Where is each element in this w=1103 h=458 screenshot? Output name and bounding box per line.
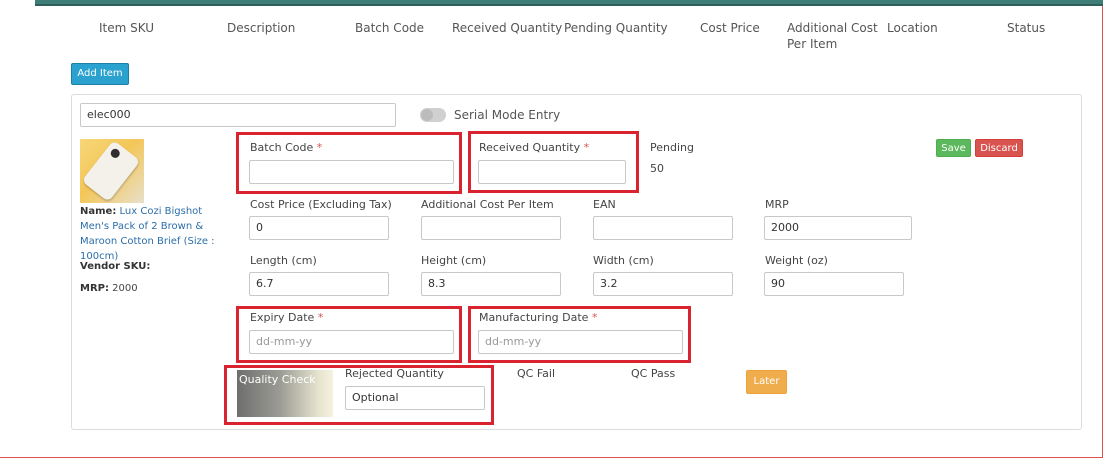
manufacturing-date-label-text: Manufacturing Date bbox=[479, 311, 589, 324]
received-quantity-label: Received Quantity * bbox=[479, 141, 589, 155]
cost-price-label: Cost Price (Excluding Tax) bbox=[250, 198, 392, 211]
quality-check-label: Quality Check bbox=[239, 373, 316, 386]
ean-input[interactable] bbox=[593, 216, 733, 240]
length-input[interactable]: 6.7 bbox=[249, 272, 389, 296]
product-mrp-label: MRP: bbox=[80, 283, 109, 294]
batch-code-input[interactable] bbox=[249, 160, 454, 184]
weight-label: Weight (oz) bbox=[765, 254, 828, 267]
manufacturing-date-input[interactable]: dd-mm-yy bbox=[478, 330, 683, 354]
width-label: Width (cm) bbox=[593, 254, 654, 267]
column-header-status: Status bbox=[1007, 21, 1046, 35]
product-mrp: MRP: 2000 bbox=[80, 281, 138, 296]
expiry-date-required: * bbox=[317, 311, 324, 324]
expiry-date-input[interactable]: dd-mm-yy bbox=[249, 330, 454, 354]
manufacturing-date-label: Manufacturing Date * bbox=[479, 311, 597, 325]
ean-label: EAN bbox=[593, 198, 616, 211]
top-bar bbox=[35, 0, 1103, 6]
camera-icon bbox=[108, 147, 122, 160]
pending-label: Pending bbox=[650, 141, 694, 154]
received-quantity-input[interactable] bbox=[478, 160, 626, 184]
rejected-quantity-input[interactable]: Optional bbox=[345, 386, 485, 410]
received-quantity-required: * bbox=[583, 141, 590, 154]
product-name: Name: Lux Cozi Bigshot Men's Pack of 2 B… bbox=[80, 204, 230, 264]
save-button[interactable]: Save bbox=[936, 139, 971, 157]
cost-price-input[interactable]: 0 bbox=[249, 216, 389, 240]
expiry-date-label: Expiry Date * bbox=[250, 311, 323, 325]
toggle-knob bbox=[421, 109, 433, 121]
expiry-date-label-text: Expiry Date bbox=[250, 311, 315, 324]
serial-mode-toggle[interactable] bbox=[420, 108, 446, 122]
pending-value: 50 bbox=[650, 162, 664, 175]
column-header-item-sku: Item SKU bbox=[99, 21, 155, 35]
add-item-button[interactable]: Add Item bbox=[71, 63, 129, 85]
additional-cost-input[interactable] bbox=[421, 216, 561, 240]
phone-icon bbox=[81, 140, 141, 202]
vendor-sku-label: Vendor SKU: bbox=[80, 261, 151, 272]
discard-button[interactable]: Discard bbox=[975, 139, 1023, 157]
item-search-input[interactable]: elec000 bbox=[80, 103, 396, 127]
batch-code-label-text: Batch Code bbox=[250, 141, 314, 154]
length-label: Length (cm) bbox=[250, 254, 317, 267]
column-header-location: Location bbox=[887, 21, 938, 35]
serial-mode-label: Serial Mode Entry bbox=[454, 108, 561, 122]
batch-code-required: * bbox=[316, 141, 323, 154]
width-input[interactable]: 3.2 bbox=[593, 272, 733, 296]
additional-cost-label: Additional Cost Per Item bbox=[421, 198, 554, 211]
column-header-received-quantity: Received Quantity bbox=[452, 21, 563, 35]
manufacturing-date-required: * bbox=[591, 311, 598, 324]
column-header-additional-cost: Additional Cost Per Item bbox=[787, 21, 878, 51]
column-header-pending-quantity: Pending Quantity bbox=[564, 21, 668, 35]
vendor-sku: Vendor SKU: bbox=[80, 259, 150, 274]
height-label: Height (cm) bbox=[421, 254, 487, 267]
column-header-batch-code: Batch Code bbox=[355, 21, 425, 35]
mrp-label: MRP bbox=[765, 198, 789, 211]
height-input[interactable]: 8.3 bbox=[421, 272, 561, 296]
batch-code-label: Batch Code * bbox=[250, 141, 322, 155]
mrp-input[interactable]: 2000 bbox=[764, 216, 912, 240]
quality-check-box[interactable]: Quality Check bbox=[237, 370, 333, 417]
received-quantity-label-text: Received Quantity bbox=[479, 141, 581, 154]
product-image bbox=[80, 139, 144, 203]
weight-input[interactable]: 90 bbox=[764, 272, 904, 296]
column-header-description: Description bbox=[227, 21, 296, 35]
qc-fail-label: QC Fail bbox=[517, 367, 556, 380]
qc-pass-label: QC Pass bbox=[631, 367, 676, 380]
later-button[interactable]: Later bbox=[746, 370, 787, 394]
rejected-quantity-label: Rejected Quantity bbox=[345, 367, 444, 380]
column-header-cost-price: Cost Price bbox=[700, 21, 760, 35]
product-mrp-value: 2000 bbox=[112, 283, 138, 294]
product-name-label: Name: bbox=[80, 206, 117, 217]
